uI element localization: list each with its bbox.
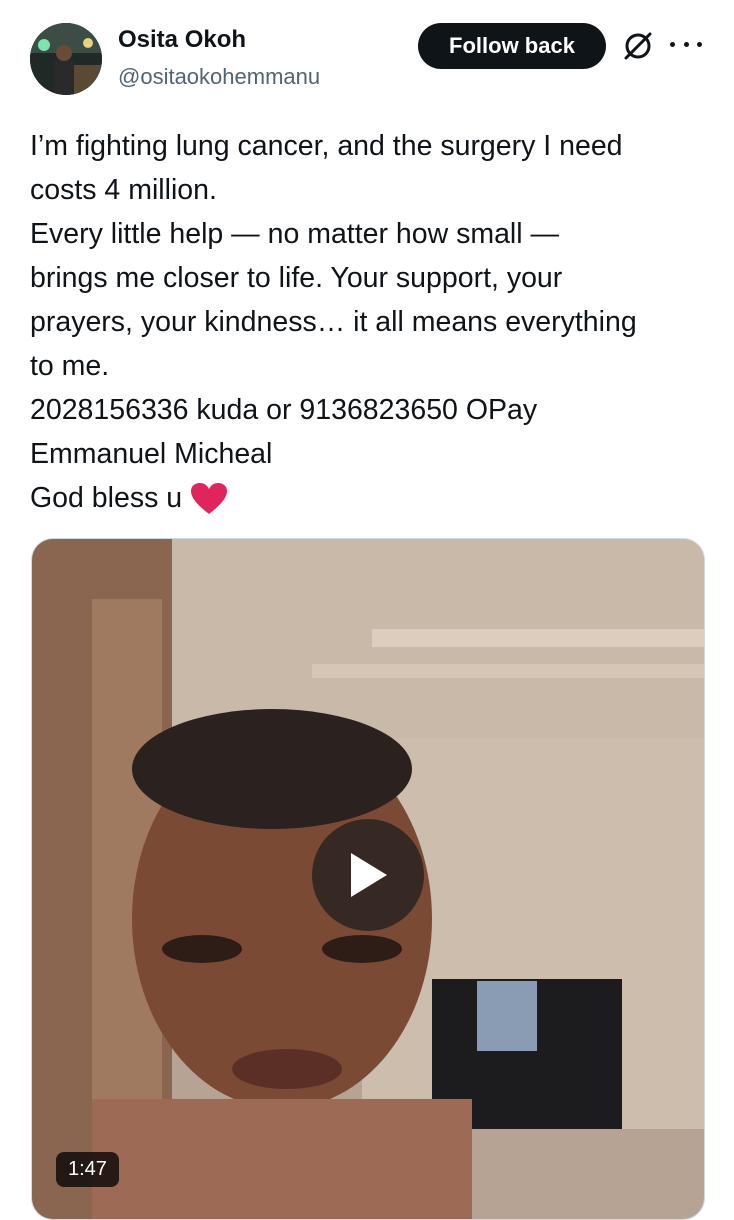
- more-dot: [670, 41, 675, 47]
- avatar[interactable]: [30, 23, 102, 95]
- more-icon[interactable]: [670, 30, 702, 58]
- red-heart-icon: [191, 483, 228, 515]
- play-icon: [351, 853, 387, 897]
- tweet-line: to me.: [30, 350, 110, 382]
- user-handle[interactable]: @ositaokohemmanu: [118, 64, 320, 90]
- tweet-line: costs 4 million.: [30, 174, 217, 206]
- video-duration: 1:47: [56, 1152, 119, 1187]
- tweet-line: God bless u: [30, 482, 183, 514]
- tweet-text: I’m fighting lung cancer, and the surger…: [30, 124, 710, 520]
- more-dot: [683, 41, 689, 47]
- tweet-line: brings me closer to life. Your support, …: [30, 262, 563, 294]
- tweet-line: 2028156336 kuda or 9136823650 OPay: [30, 394, 538, 426]
- grok-icon[interactable]: [620, 28, 656, 64]
- display-name[interactable]: Osita Okoh: [118, 26, 246, 54]
- tweet-line: Emmanuel Micheal: [30, 438, 273, 470]
- play-button[interactable]: [312, 819, 424, 931]
- tweet-line: Every little help — no matter how small …: [30, 218, 560, 250]
- tweet-line: I’m fighting lung cancer, and the surger…: [30, 130, 623, 162]
- tweet-line: prayers, your kindness… it all means eve…: [30, 306, 637, 338]
- more-dot: [697, 41, 702, 47]
- video-player[interactable]: 1:47: [31, 538, 705, 1220]
- follow-back-button[interactable]: Follow back: [418, 23, 606, 69]
- tweet-line-last: God bless u: [30, 476, 710, 520]
